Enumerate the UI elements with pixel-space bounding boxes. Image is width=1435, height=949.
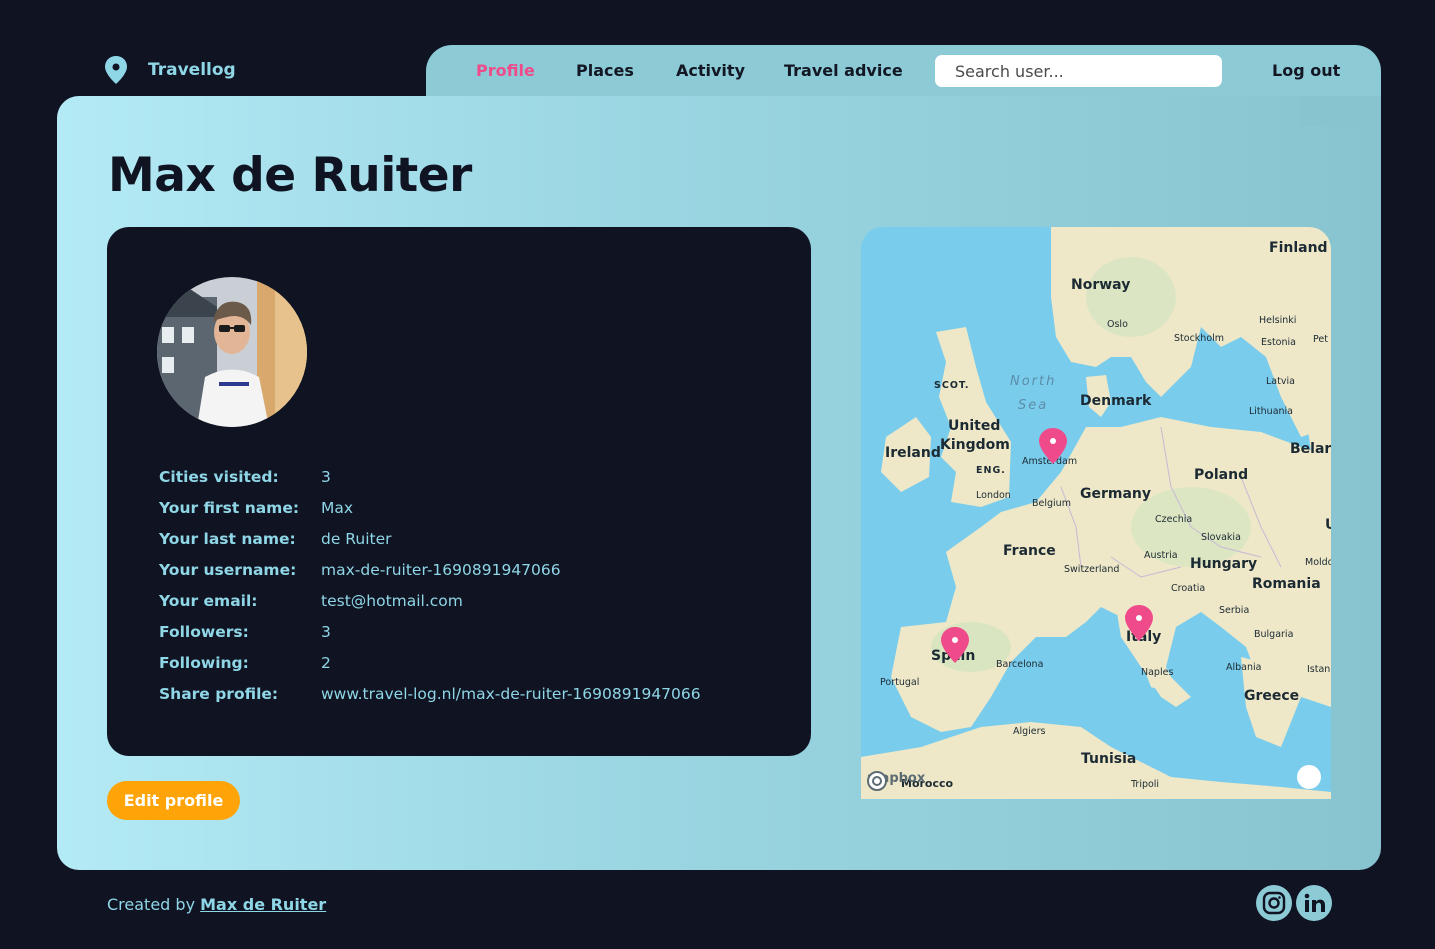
map-label: Greece (1244, 688, 1300, 704)
info-row-followers: Followers: 3 (159, 616, 701, 647)
map-label: Romania (1252, 576, 1321, 592)
info-label: Your email: (159, 591, 258, 610)
map-label: Moldo (1305, 557, 1331, 568)
author-link[interactable]: Max de Ruiter (200, 895, 326, 914)
info-value: Max (321, 498, 354, 517)
travel-map[interactable]: Finland Norway Oslo Stockholm Helsinki E… (861, 227, 1331, 799)
map-label: Algiers (1013, 726, 1046, 737)
info-row-username: Your username: max-de-ruiter-16908919470… (159, 554, 701, 585)
map-label: Albania (1226, 662, 1262, 673)
info-row-following: Following: 2 (159, 647, 701, 678)
map-label: Slovakia (1201, 532, 1241, 543)
map-label: Finland (1269, 240, 1328, 256)
map-pin-icon (105, 56, 127, 84)
footer-prefix: Created by (107, 895, 201, 914)
info-value: 3 (321, 467, 331, 486)
map-label: Belaru (1290, 441, 1331, 457)
map-label: Austria (1144, 550, 1178, 561)
linkedin-link[interactable] (1296, 885, 1332, 921)
info-label: Your last name: (159, 529, 296, 548)
map-marker-icon[interactable] (1039, 428, 1067, 464)
info-label: Your username: (159, 560, 297, 579)
map-label: Sea (1018, 398, 1049, 413)
map-label: Norway (1071, 277, 1131, 293)
map-label: Croatia (1171, 583, 1206, 594)
brand-name: Travellog (148, 60, 236, 80)
map-label: Switzerland (1064, 564, 1120, 575)
nav-profile[interactable]: Profile (476, 61, 535, 80)
nav-travel-advice[interactable]: Travel advice (784, 61, 903, 80)
info-value: de Ruiter (321, 529, 392, 548)
map-label: Stockholm (1174, 333, 1225, 344)
map-label: France (1003, 543, 1056, 559)
info-label: Followers: (159, 622, 249, 641)
map-label: Germany (1080, 486, 1152, 502)
brand-logo[interactable]: Travellog (104, 56, 236, 84)
info-label: Following: (159, 653, 249, 672)
profile-info: Cities visited: 3 Your first name: Max Y… (159, 461, 701, 709)
map-label: Naples (1141, 667, 1174, 678)
map-label: Helsinki (1259, 315, 1297, 326)
map-label: United (948, 418, 1001, 434)
info-value: 2 (321, 653, 331, 672)
linkedin-icon (1304, 893, 1325, 912)
map-label: Tunisia (1081, 751, 1137, 767)
avatar (157, 277, 307, 427)
map-label: London (976, 490, 1011, 501)
map-label: Kingdom (940, 437, 1010, 453)
map-label: Czechia (1155, 514, 1193, 525)
search-user-input[interactable] (935, 55, 1222, 87)
map-marker-icon[interactable] (1125, 605, 1153, 641)
info-row-share-profile: Share profile: www.travel-log.nl/max-de-… (159, 678, 701, 709)
map-marker-icon[interactable] (941, 627, 969, 663)
map-label: North (1010, 374, 1057, 389)
map-label: Serbia (1219, 605, 1250, 616)
map-label: SCOT. (934, 380, 970, 391)
map-label: Ireland (885, 445, 941, 461)
info-row-email: Your email: test@hotmail.com (159, 585, 701, 616)
map-info-button[interactable] (1297, 765, 1321, 789)
map-label: Oslo (1107, 319, 1128, 330)
panel-corner (1300, 96, 1381, 126)
map-label: Tripoli (1131, 779, 1160, 790)
page-title: Max de Ruiter (108, 148, 472, 203)
edit-profile-button[interactable]: Edit profile (107, 781, 240, 820)
map-label: Bulgaria (1254, 629, 1294, 640)
share-profile-link[interactable]: www.travel-log.nl/max-de-ruiter-16908919… (321, 685, 701, 703)
nav-places[interactable]: Places (576, 61, 634, 80)
info-label: Your first name: (159, 498, 300, 517)
nav-activity[interactable]: Activity (676, 61, 745, 80)
footer-credit: Created by Max de Ruiter (107, 895, 326, 914)
map-label: ENG. (976, 465, 1006, 476)
info-value: max-de-ruiter-1690891947066 (321, 560, 561, 579)
map-label: Latvia (1266, 376, 1295, 387)
info-row-cities: Cities visited: 3 (159, 461, 701, 492)
instagram-icon (1262, 891, 1286, 915)
map-label: Belgium (1032, 498, 1071, 509)
info-value: test@hotmail.com (321, 591, 463, 610)
info-value: 3 (321, 622, 331, 641)
map-label: Pet (1313, 334, 1328, 345)
map-label: Poland (1194, 467, 1249, 483)
mapbox-icon (867, 771, 887, 791)
mapbox-attribution[interactable]: mapbox (867, 771, 925, 791)
info-label: Cities visited: (159, 467, 279, 486)
map-label: Estonia (1261, 337, 1296, 348)
map-label: Barcelona (996, 659, 1044, 670)
info-row-last-name: Your last name: de Ruiter (159, 523, 701, 554)
map-label: Denmark (1080, 393, 1152, 409)
map-label: U (1325, 517, 1331, 533)
logout-link[interactable]: Log out (1272, 61, 1340, 80)
map-label: Hungary (1190, 556, 1258, 572)
map-label: Istan (1307, 664, 1331, 675)
map-label: Portugal (880, 677, 920, 688)
map-label: Lithuania (1249, 406, 1294, 417)
info-row-first-name: Your first name: Max (159, 492, 701, 523)
info-label: Share profile: (159, 684, 279, 703)
instagram-link[interactable] (1256, 885, 1292, 921)
